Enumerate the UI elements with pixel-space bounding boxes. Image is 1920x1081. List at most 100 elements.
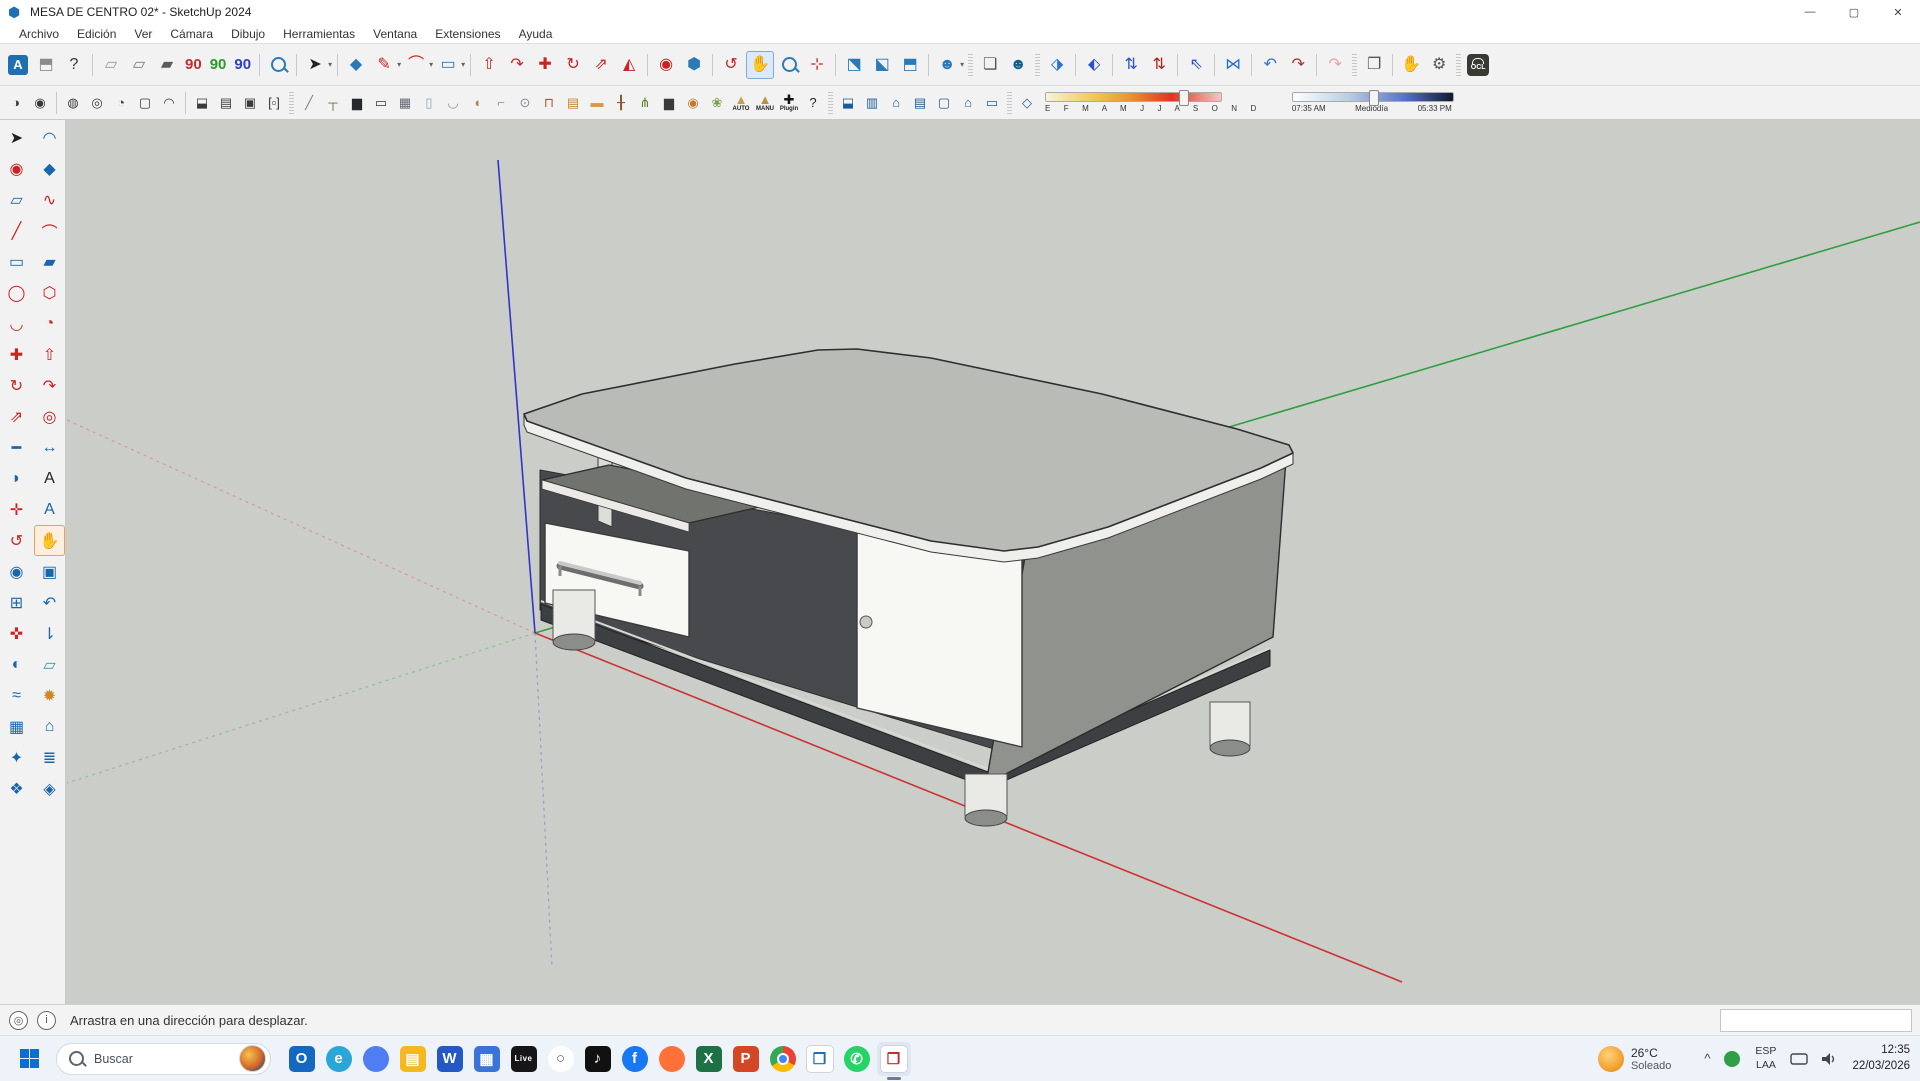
- a-panel-icon[interactable]: A: [5, 52, 31, 78]
- walk-icon[interactable]: ⇂: [34, 618, 65, 649]
- render-sphere-icon[interactable]: ◑: [5, 91, 27, 115]
- plane-view-c-icon[interactable]: ▰: [154, 52, 180, 78]
- move-icon[interactable]: ✚: [532, 52, 558, 78]
- menu-item-archivo[interactable]: Archivo: [10, 25, 68, 43]
- help-circle-icon[interactable]: ?: [802, 91, 824, 115]
- panel-board-icon[interactable]: ▯: [418, 91, 440, 115]
- pan-icon[interactable]: ✋: [746, 51, 774, 79]
- new-file-icon[interactable]: ❏: [977, 52, 1003, 78]
- section-tool-icon[interactable]: ▱: [34, 649, 65, 680]
- menu-item-ver[interactable]: Ver: [125, 25, 161, 43]
- zoom-extents-icon[interactable]: ⊹: [804, 52, 830, 78]
- wood-planks-icon[interactable]: ▤: [562, 91, 584, 115]
- box-3d-icon[interactable]: ⬒: [33, 52, 59, 78]
- threed-text-icon[interactable]: A: [34, 494, 65, 525]
- render-camera-icon[interactable]: ◉: [29, 91, 51, 115]
- lock-frame-icon[interactable]: [▫]: [263, 91, 285, 115]
- edge-icon[interactable]: e: [322, 1042, 356, 1076]
- section-fill-icon[interactable]: ⬒: [897, 52, 923, 78]
- dropdown-caret-icon[interactable]: ▾: [328, 60, 332, 69]
- rectangle-icon[interactable]: ▭: [1, 246, 32, 277]
- orbit-tool-icon[interactable]: ↺: [1, 525, 32, 556]
- arrow-diagonal-icon[interactable]: ⇖: [1183, 52, 1209, 78]
- file-explorer-icon[interactable]: ▤: [396, 1042, 430, 1076]
- live-icon[interactable]: Live: [507, 1042, 541, 1076]
- shadows-tool-icon[interactable]: ✹: [34, 680, 65, 711]
- horizon-icon[interactable]: ⬓: [191, 91, 213, 115]
- stand-table-icon[interactable]: ┬: [322, 91, 344, 115]
- arrows-updown-red-icon[interactable]: ⇅: [1146, 52, 1172, 78]
- eraser-tool-icon[interactable]: ◆: [34, 153, 65, 184]
- tray-chevron-icon[interactable]: ^: [1704, 1051, 1710, 1066]
- section-cut-icon[interactable]: ⬕: [869, 52, 895, 78]
- zoom-region-icon[interactable]: [265, 52, 291, 78]
- flip-blue-icon[interactable]: ⬖: [1081, 52, 1107, 78]
- zoom-tool-icon[interactable]: [776, 52, 802, 78]
- close-button[interactable]: ✕: [1876, 0, 1920, 24]
- chair-icon[interactable]: ╂: [610, 91, 632, 115]
- orbit-icon[interactable]: ↺: [718, 52, 744, 78]
- model-viewport[interactable]: [66, 120, 1920, 1004]
- arc-tool-icon[interactable]: ⌒: [403, 52, 429, 78]
- line-tool-icon[interactable]: ╱: [1, 215, 32, 246]
- powerpoint-icon[interactable]: P: [729, 1042, 763, 1076]
- undo-curve-icon[interactable]: ↶: [1257, 52, 1283, 78]
- dimension-icon[interactable]: ↔: [34, 432, 65, 463]
- manual-mode-icon[interactable]: ▲MANU: [754, 91, 776, 115]
- match-photo-icon[interactable]: ▦: [1, 711, 32, 742]
- dropdown-caret-icon[interactable]: ▾: [429, 60, 433, 69]
- shadow-date-slider[interactable]: [1045, 92, 1222, 102]
- plane-view-b-icon[interactable]: ▱: [126, 52, 152, 78]
- clock[interactable]: 12:35 22/03/2026: [1852, 1043, 1910, 1074]
- facebook-icon[interactable]: f: [618, 1042, 652, 1076]
- speaker-icon[interactable]: [1820, 1052, 1838, 1066]
- polygon-icon[interactable]: ⬡: [34, 277, 65, 308]
- protractor-icon[interactable]: ◗: [1, 463, 32, 494]
- sketchup-viewer-icon[interactable]: ❒: [803, 1042, 837, 1076]
- mirror-icon[interactable]: ⋈: [1220, 52, 1246, 78]
- weather-widget[interactable]: 26°C Soleado: [1598, 1046, 1671, 1072]
- pushpull-tool-icon[interactable]: ⇧: [34, 339, 65, 370]
- look-around-icon[interactable]: ◐: [1, 649, 32, 680]
- help-icon[interactable]: ?: [61, 52, 87, 78]
- zoom-extents2-icon[interactable]: ⊞: [1, 587, 32, 618]
- roof-house-icon[interactable]: ⌂: [957, 91, 979, 115]
- wood-board-icon[interactable]: ▬: [586, 91, 608, 115]
- two-point-arc-icon[interactable]: ◡: [1, 308, 32, 339]
- saw-table-icon[interactable]: ⊓: [538, 91, 560, 115]
- dropdown-caret-icon[interactable]: ▾: [960, 60, 964, 69]
- move-tool-icon[interactable]: ✚: [1, 339, 32, 370]
- start-button[interactable]: [12, 1042, 46, 1076]
- pencil-line-icon[interactable]: ✎: [371, 52, 397, 78]
- zoom-window-icon[interactable]: ▣: [34, 556, 65, 587]
- sun-arc-icon[interactable]: ◠: [158, 91, 180, 115]
- dropdown-caret-icon[interactable]: ▾: [397, 60, 401, 69]
- tiktok-icon[interactable]: ♪: [581, 1042, 615, 1076]
- shadow-time-slider-handle[interactable]: [1369, 90, 1379, 106]
- text-tool-icon[interactable]: A: [34, 463, 65, 494]
- angle-green-value[interactable]: 90: [210, 56, 227, 73]
- house-icon[interactable]: ⌂: [885, 91, 907, 115]
- bend-pink-icon[interactable]: ↷: [1322, 52, 1348, 78]
- axes-icon[interactable]: ✛: [1, 494, 32, 525]
- eraser-icon[interactable]: ◆: [343, 52, 369, 78]
- circle-dot-icon[interactable]: ◉: [653, 52, 679, 78]
- open-box-icon[interactable]: ⬓: [837, 91, 859, 115]
- cooktop-icon[interactable]: ▦: [394, 91, 416, 115]
- pen-tablet-icon[interactable]: [1790, 1052, 1808, 1066]
- menu-item-edicion[interactable]: Edición: [68, 25, 125, 43]
- bottles-icon[interactable]: ⋔: [634, 91, 656, 115]
- pot-icon[interactable]: ◡: [442, 91, 464, 115]
- excel-icon[interactable]: X: [692, 1042, 726, 1076]
- outlet-icon[interactable]: ⊙: [514, 91, 536, 115]
- tape-measure-icon[interactable]: ━: [1, 432, 32, 463]
- redo-curve-icon[interactable]: ↷: [1285, 52, 1311, 78]
- previous-view-icon[interactable]: ↶: [34, 587, 65, 618]
- extensions-tool-icon[interactable]: ✦: [1, 742, 32, 773]
- microwave-icon[interactable]: ▭: [370, 91, 392, 115]
- antivirus-tray-icon[interactable]: [1724, 1051, 1740, 1067]
- search-daily-image[interactable]: [239, 1045, 266, 1072]
- frame-window-icon[interactable]: ▢: [134, 91, 156, 115]
- drawer-box-icon[interactable]: ▤: [909, 91, 931, 115]
- menu-item-extensiones[interactable]: Extensiones: [426, 25, 509, 43]
